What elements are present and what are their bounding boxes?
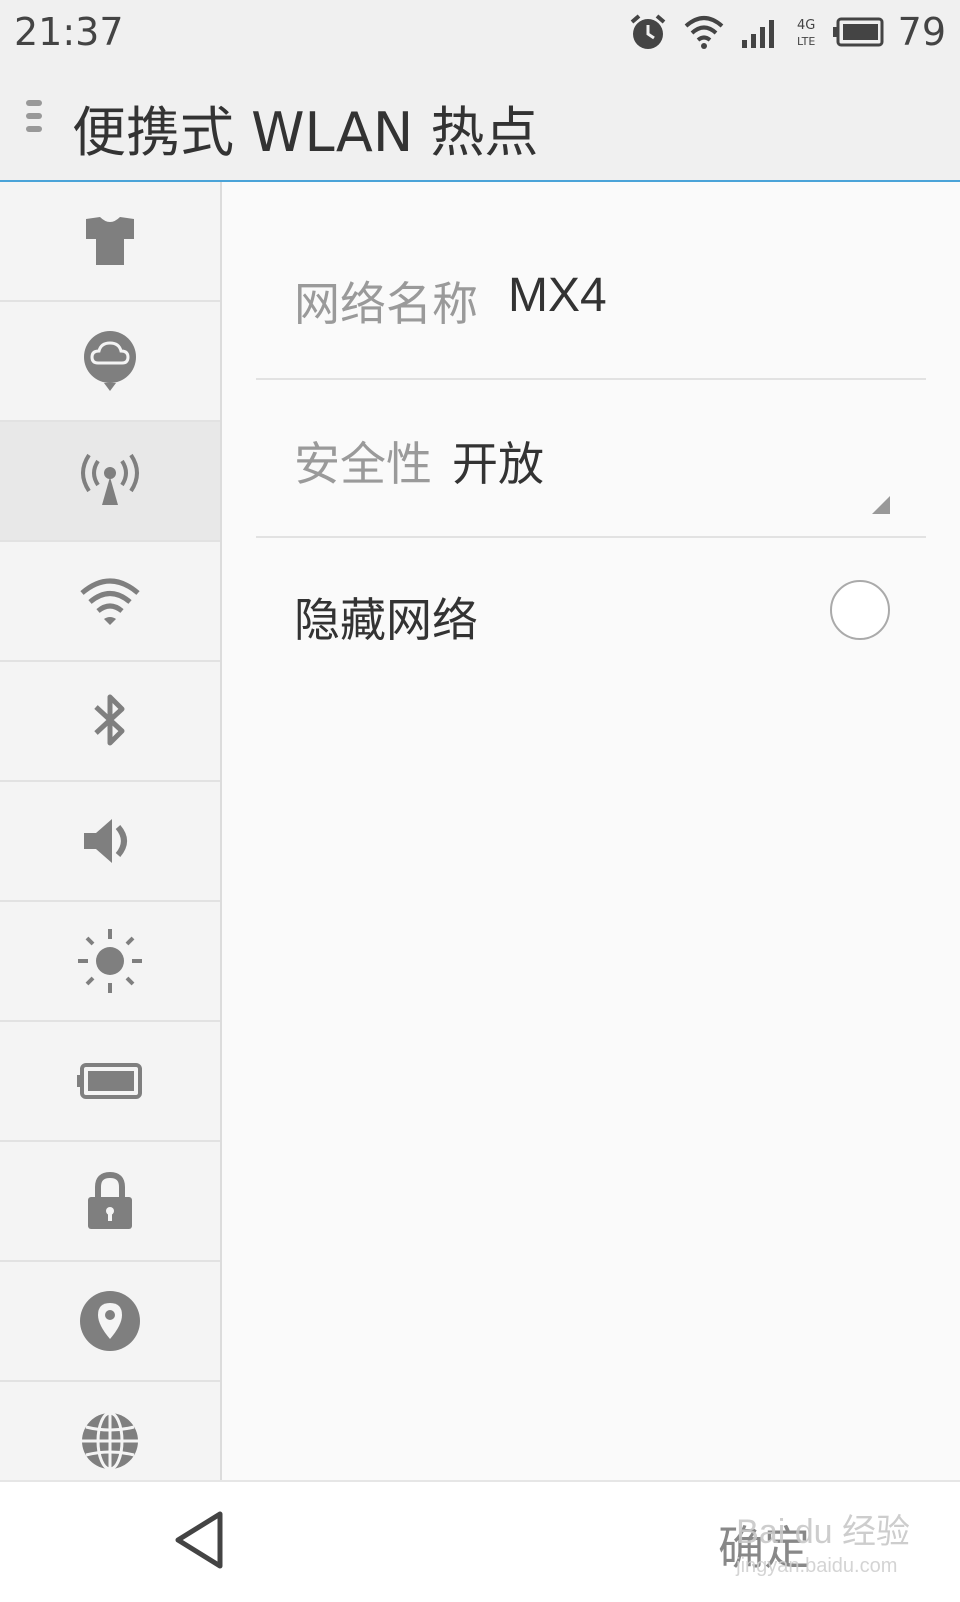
sidebar-item-bluetooth[interactable] [0, 662, 220, 782]
sidebar-item-security[interactable] [0, 1142, 220, 1262]
security-label: 安全性 [294, 437, 432, 491]
svg-text:4G: 4G [797, 18, 815, 33]
watermark: Bai du 经验 jingyan.baidu.com [736, 1504, 910, 1578]
watermark-url: jingyan.baidu.com [736, 1555, 898, 1577]
cloud-icon [84, 331, 136, 391]
lock-icon [88, 1171, 132, 1229]
sidebar-item-wifi[interactable] [0, 542, 220, 662]
status-icons: 4G LTE 79 [628, 8, 946, 56]
network-name-field[interactable]: MX4 [508, 268, 607, 323]
sidebar-item-battery[interactable] [0, 1022, 220, 1142]
hotspot-settings-panel: 网络名称 MX4 安全性 开放 隐藏网络 [222, 182, 960, 1480]
battery-icon [77, 1063, 142, 1099]
bluetooth-icon [94, 694, 125, 746]
sidebar [0, 182, 222, 1480]
title-bar: 便携式 WLAN 热点 [0, 64, 960, 182]
4g-lte-icon: 4G LTE [797, 18, 815, 48]
wifi-icon [684, 16, 723, 49]
sidebar-item-language[interactable] [0, 1382, 220, 1480]
brightness-icon [78, 929, 142, 993]
signal-icon [741, 20, 774, 48]
network-name-label: 网络名称 [294, 277, 478, 331]
hide-network-label: 隐藏网络 [294, 593, 478, 647]
sidebar-item-location[interactable] [0, 1262, 220, 1382]
svg-text:LTE: LTE [797, 35, 815, 48]
hide-network-checkbox[interactable] [830, 580, 890, 640]
network-name-row[interactable]: 网络名称 MX4 [256, 182, 926, 380]
battery-icon [832, 17, 884, 47]
sidebar-item-display[interactable] [0, 902, 220, 1022]
status-bar: 21:37 4G LTE 79 [0, 0, 960, 64]
security-row[interactable]: 安全性 开放 [256, 378, 926, 538]
sidebar-item-sound[interactable] [0, 782, 220, 902]
battery-percent: 79 [897, 10, 946, 54]
volume-icon [84, 819, 127, 863]
wifi-icon [80, 578, 140, 625]
watermark-brand: Bai du 经验 [736, 1513, 910, 1551]
dropdown-caret-icon[interactable] [872, 496, 890, 514]
security-select[interactable]: 开放 [452, 428, 544, 494]
globe-icon [82, 1411, 138, 1471]
alarm-icon [630, 14, 665, 49]
sidebar-item-hotspot[interactable] [0, 422, 220, 542]
sidebar-item-theme[interactable] [0, 182, 220, 302]
menu-handle-icon[interactable] [26, 100, 44, 144]
page-title: 便携式 WLAN 热点 [72, 101, 539, 164]
shirt-icon [86, 217, 134, 265]
back-triangle-icon[interactable] [170, 1508, 230, 1572]
sidebar-item-cloud[interactable] [0, 302, 220, 422]
status-time: 21:37 [14, 10, 124, 54]
location-icon [80, 1291, 140, 1351]
bottom-bar: 确定 Bai du 经验 jingyan.baidu.com [0, 1480, 960, 1602]
hotspot-icon [81, 453, 139, 505]
hide-network-row[interactable]: 隐藏网络 [256, 536, 926, 696]
